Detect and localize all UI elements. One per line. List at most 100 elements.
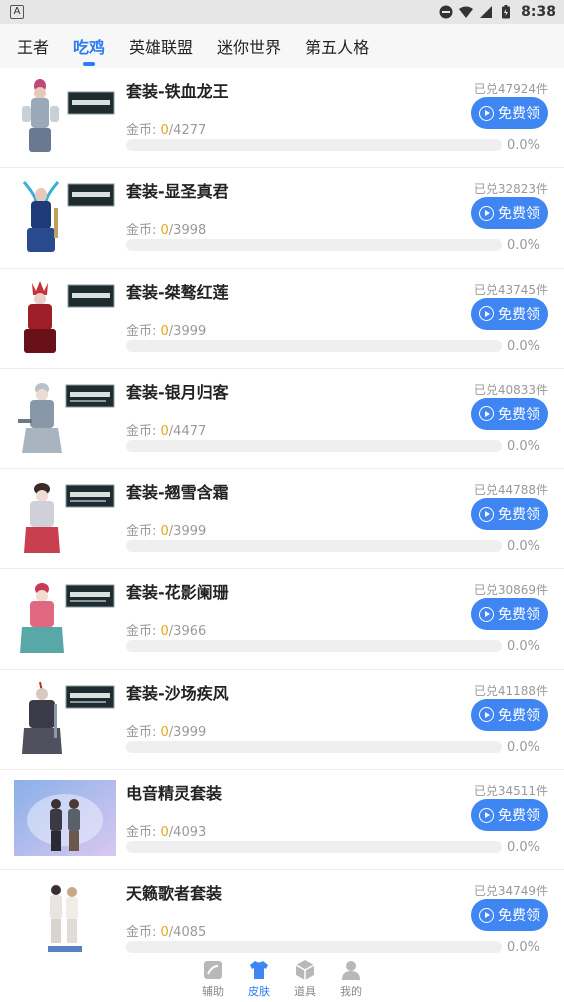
play-circle-icon <box>479 506 494 522</box>
coin-progress-text: 金币: 0/3999 <box>126 323 207 339</box>
skin-thumbnail <box>14 579 116 656</box>
list-item[interactable]: 套装-沙场疾风 已兑41188件 免费领 金币: 0/3999 0.0% <box>0 670 564 771</box>
skin-list: 套装-铁血龙王 已兑47924件 免费领 金币: 0/4277 0.0% 套装-… <box>0 68 564 971</box>
tab-identity-v[interactable]: 第五人格 <box>305 34 369 58</box>
progress-percent: 0.0% <box>506 539 540 555</box>
free-claim-button[interactable]: 免费领 <box>471 197 548 230</box>
coin-progress-text: 金币: 0/3966 <box>126 624 207 640</box>
play-circle-icon <box>479 306 494 322</box>
play-circle-icon <box>479 807 494 823</box>
battery-icon <box>502 5 511 19</box>
signal-icon <box>480 6 493 18</box>
box-icon <box>295 960 315 980</box>
bottom-nav: 辅助 皮肤 道具 我的 <box>0 955 564 1002</box>
progress-bar <box>126 540 502 553</box>
tab-chiji[interactable]: 吃鸡 <box>73 34 105 66</box>
progress-bar <box>126 941 502 954</box>
item-title: 套装-花影阑珊 <box>126 583 229 603</box>
redeemed-count: 已兑47924件 <box>473 82 548 96</box>
progress-bar <box>126 740 502 753</box>
play-circle-icon <box>479 406 494 422</box>
skin-thumbnail <box>14 378 116 455</box>
skin-thumbnail <box>14 880 116 957</box>
progress-bar <box>126 841 502 854</box>
redeemed-count: 已兑44788件 <box>473 483 548 498</box>
user-icon <box>342 961 360 980</box>
coin-progress-text: 金币: 0/3999 <box>126 724 207 740</box>
free-claim-button[interactable]: 免费领 <box>471 97 548 129</box>
skin-thumbnail <box>14 780 116 857</box>
progress-percent: 0.0% <box>506 639 540 655</box>
coin-progress-text: 金币: 0/4277 <box>126 123 207 138</box>
shirt-icon <box>250 961 268 979</box>
redeemed-count: 已兑32823件 <box>473 182 548 197</box>
redeemed-count: 已兑40833件 <box>473 382 548 397</box>
play-circle-icon <box>479 606 494 622</box>
redeemed-count: 已兑30869件 <box>473 583 548 598</box>
play-circle-icon <box>479 205 494 221</box>
tab-mini-world[interactable]: 迷你世界 <box>217 34 281 58</box>
list-item[interactable]: 套装-银月归客 已兑40833件 免费领 金币: 0/4477 0.0% <box>0 369 564 470</box>
category-tabs: 王者 吃鸡 英雄联盟 迷你世界 第五人格 <box>0 24 564 68</box>
nav-item-items[interactable]: 道具 <box>293 955 317 1002</box>
skin-thumbnail <box>14 278 116 355</box>
progress-bar <box>126 640 502 653</box>
item-title: 套装-铁血龙王 <box>126 82 229 101</box>
progress-percent: 0.0% <box>506 138 540 153</box>
item-title: 天籁歌者套装 <box>126 884 223 904</box>
play-circle-icon <box>479 105 494 121</box>
status-bar-right: 8:38 <box>439 4 556 20</box>
coin-progress-text: 金币: 0/4477 <box>126 423 207 439</box>
free-claim-button[interactable]: 免费领 <box>471 598 548 631</box>
free-claim-button[interactable]: 免费领 <box>471 297 548 330</box>
coin-progress-text: 金币: 0/4093 <box>126 825 207 841</box>
progress-bar <box>126 239 502 252</box>
item-title: 电音精灵套装 <box>126 784 223 804</box>
item-title: 套装-银月归客 <box>126 382 229 402</box>
coin-progress-text: 金币: 0/3999 <box>126 524 207 540</box>
redeemed-count: 已兑34749件 <box>473 884 548 899</box>
wifi-icon <box>459 6 474 18</box>
free-claim-button[interactable]: 免费领 <box>471 698 548 731</box>
skin-thumbnail <box>14 178 116 255</box>
do-not-disturb-icon <box>439 5 453 19</box>
free-claim-button[interactable]: 免费领 <box>471 799 548 832</box>
free-claim-button[interactable]: 免费领 <box>471 899 548 932</box>
nav-item-skins[interactable]: 皮肤 <box>247 955 271 1002</box>
app-notification-icon: A <box>10 5 24 19</box>
coin-progress-text: 金币: 0/4085 <box>126 925 207 941</box>
skin-thumbnail <box>14 479 116 556</box>
play-circle-icon <box>479 907 494 923</box>
progress-bar <box>126 439 502 452</box>
redeemed-count: 已兑34511件 <box>473 784 548 799</box>
list-item[interactable]: 套装-花影阑珊 已兑30869件 免费领 金币: 0/3966 0.0% <box>0 569 564 670</box>
item-title: 套装-桀骜红莲 <box>126 282 229 302</box>
progress-percent: 0.0% <box>506 739 540 755</box>
progress-percent: 0.0% <box>506 940 540 956</box>
clock: 8:38 <box>521 4 556 20</box>
play-circle-icon <box>479 707 494 723</box>
coin-progress-text: 金币: 0/3998 <box>126 223 207 239</box>
list-item[interactable]: 套装-显圣真君 已兑32823件 免费领 金币: 0/3998 0.0% <box>0 168 564 269</box>
tab-lol[interactable]: 英雄联盟 <box>129 34 193 58</box>
free-claim-button[interactable]: 免费领 <box>471 498 548 531</box>
tool-icon <box>204 961 222 979</box>
free-claim-button[interactable]: 免费领 <box>471 397 548 430</box>
item-title: 套装-沙场疾风 <box>126 683 229 703</box>
skin-thumbnail <box>14 78 116 154</box>
status-bar: A 8:38 <box>0 0 564 24</box>
progress-percent: 0.0% <box>506 438 540 454</box>
list-item[interactable]: 套装-桀骜红莲 已兑43745件 免费领 金币: 0/3999 0.0% <box>0 269 564 369</box>
redeemed-count: 已兑43745件 <box>473 282 548 297</box>
progress-percent: 0.0% <box>506 238 540 254</box>
redeemed-count: 已兑41188件 <box>473 683 548 698</box>
list-item[interactable]: 套装-铁血龙王 已兑47924件 免费领 金币: 0/4277 0.0% <box>0 68 564 169</box>
skin-thumbnail <box>14 679 116 756</box>
list-item[interactable]: 套装-翘雪含霜 已兑44788件 免费领 金币: 0/3999 0.0% <box>0 469 564 570</box>
progress-bar <box>126 139 502 151</box>
tab-wangzhe[interactable]: 王者 <box>17 34 49 58</box>
list-item[interactable]: 电音精灵套装 已兑34511件 免费领 金币: 0/4093 0.0% <box>0 770 564 871</box>
item-title: 套装-翘雪含霜 <box>126 483 229 503</box>
nav-item-mine[interactable]: 我的 <box>339 955 363 1002</box>
nav-item-assist[interactable]: 辅助 <box>201 955 225 1002</box>
